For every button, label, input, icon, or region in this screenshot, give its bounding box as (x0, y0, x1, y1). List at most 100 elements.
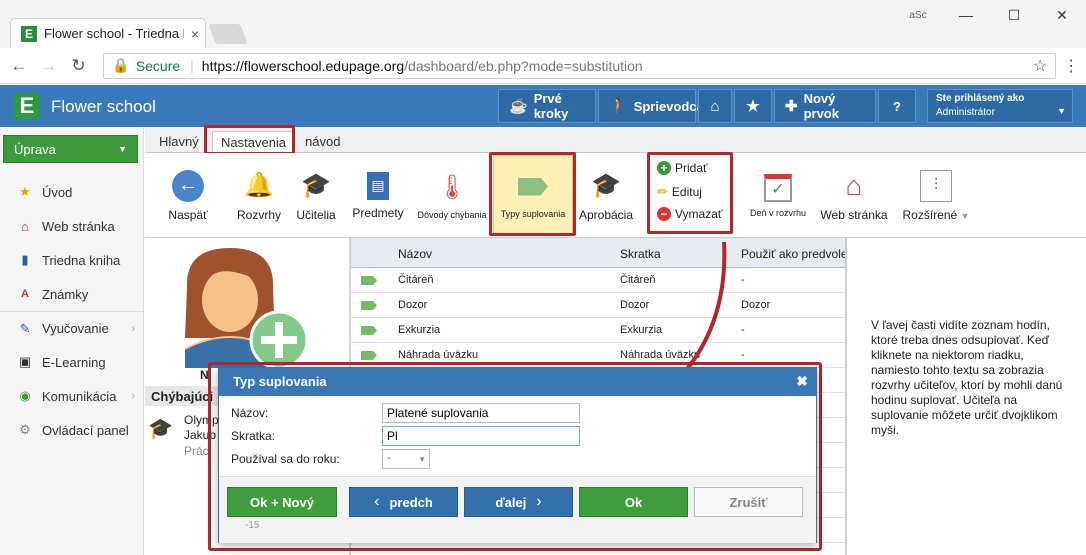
ok-button[interactable]: Ok (579, 487, 688, 517)
thermometer-icon: 🌡 (436, 174, 468, 201)
help-button[interactable]: ? (878, 89, 916, 123)
abbr-label: Skratka: (231, 429, 276, 443)
browser-tab[interactable]: E Flower school - Triedna k × (10, 18, 206, 48)
day-in-timetable-button[interactable]: ✓ Deň v rozvrhu (743, 153, 813, 238)
new-item-button[interactable]: ✚ Nový prvok (774, 89, 876, 123)
tag-icon (361, 276, 377, 285)
tag-icon (361, 326, 377, 335)
sidebar-item-web[interactable]: ⌂ Web stránka (0, 209, 143, 243)
tab-close-icon[interactable]: × (191, 26, 199, 42)
web-page-button[interactable]: ⌂ Web stránka (819, 153, 889, 238)
sidebar-item-komunikacia[interactable]: ◉ Komunikácia › (0, 379, 143, 413)
subjects-button[interactable]: ▤ Predmety (349, 153, 407, 238)
monitor-icon: ▣ (18, 354, 32, 369)
table-row[interactable]: Exkurzia Exkurzia - (351, 318, 845, 343)
house-icon: ⌂ (845, 169, 863, 201)
tab-hlavny[interactable]: Hlavný (151, 131, 207, 153)
previous-button[interactable]: ‹ predch (349, 487, 458, 517)
table-header: Názov Skratka Použiť ako predvolený (351, 238, 845, 268)
teachers-button[interactable]: 🎓 Učitelia (293, 153, 339, 238)
close-window-button[interactable]: ✕ (1038, 7, 1086, 24)
approbation-button[interactable]: 🎓 Aprobácia (577, 153, 635, 238)
app-header: E Flower school ☕ Prvé kroky 🚶 Sprievodca … (0, 85, 1086, 127)
name-label: Názov: (231, 406, 269, 420)
profile-badge-icon: aSc (909, 9, 927, 21)
book-icon: ▤ (367, 171, 389, 200)
back-button[interactable]: ← Naspäť (163, 153, 213, 238)
cancel-button[interactable]: Zrušiť (694, 487, 803, 517)
logged-in-label: Ste prihlásený ako (936, 93, 1025, 104)
user-name: Administrátor (936, 107, 995, 118)
sidebar-item-znamky[interactable]: A Známky (0, 277, 143, 311)
sidebar-item-triedna-kniha[interactable]: ▮ Triedna kniha (0, 243, 143, 277)
caret-down-icon: ▼ (118, 144, 127, 154)
tab-title: Flower school - Triedna k (44, 26, 184, 41)
sidebar-item-elearning[interactable]: ▣ E-Learning (0, 345, 143, 379)
year-label: Používal sa do roku: (231, 452, 340, 466)
advanced-button[interactable]: ⫶ Rozšírené ▼ (899, 153, 973, 238)
close-icon[interactable]: ✖ (796, 373, 808, 390)
home-icon: ⌂ (710, 97, 720, 115)
window-controls: aSc — ☐ ✕ (894, 0, 1086, 30)
sidebar-item-ovladaci-panel[interactable]: ⚙ Ovládací panel (0, 413, 143, 447)
counter-text: -15 (245, 520, 260, 531)
forward-arrow-icon[interactable]: → (34, 56, 64, 76)
new-tab-button[interactable] (208, 24, 248, 44)
sidebar: Úprava ▼ ★ Úvod ⌂ Web stránka ▮ Triedna knih… (0, 127, 144, 555)
globe-icon: ◉ (19, 388, 31, 403)
caret-down-icon: ▼ (960, 210, 970, 221)
next-button[interactable]: ďalej › (464, 487, 573, 517)
absence-reasons-button[interactable]: 🌡 Dôvody chýbania (413, 153, 491, 238)
dialog-title-bar: Typ suplovania ✖ (219, 368, 816, 396)
grade-a-icon: A (21, 288, 29, 300)
first-steps-button[interactable]: ☕ Prvé kroky (498, 89, 596, 123)
favorites-button[interactable]: ★ (734, 89, 772, 123)
url-text: https://flowerschool.edupage.org/dashboa… (201, 57, 643, 74)
book-icon: ▮ (21, 252, 29, 267)
home-button[interactable]: ⌂ (698, 89, 732, 123)
back-circle-icon: ← (172, 169, 204, 202)
dialog-title: Typ suplovania (233, 374, 327, 389)
caret-down-icon: ▼ (418, 455, 426, 464)
maximize-button[interactable]: ☐ (990, 7, 1038, 24)
secure-label: Secure (135, 57, 181, 74)
calendar-check-icon: ✓ (764, 173, 792, 202)
timetables-button[interactable]: 🔔 Rozvrhy (231, 153, 287, 238)
sidebar-item-vyucovanie[interactable]: ✎ Vyučovanie › (0, 311, 143, 345)
browser-tab-bar: E Flower school - Triedna k × aSc — ☐ ✕ (0, 0, 1086, 48)
sidebar-item-uvod[interactable]: ★ Úvod (0, 175, 143, 209)
year-select[interactable]: - ▼ (382, 449, 430, 469)
browser-menu-icon[interactable]: ⋮ (1056, 56, 1086, 76)
gear-icon: ⚙ (19, 422, 31, 437)
star-icon: ★ (19, 184, 31, 199)
bookmark-star-icon[interactable]: ☆ (1033, 56, 1047, 76)
lock-icon: 🔒 (112, 57, 130, 73)
chevron-right-icon: › (131, 390, 135, 402)
name-input[interactable] (382, 403, 580, 423)
tab-highlight (204, 125, 295, 155)
user-menu[interactable]: Ste prihlásený ako Administrátor ▼ (927, 89, 1073, 123)
chevron-right-icon: › (131, 322, 135, 335)
coffee-cup-icon: ☕ (509, 98, 528, 115)
column-header-default[interactable]: Použiť ako predvolený (741, 247, 845, 261)
bell-icon: 🔔 (244, 172, 274, 199)
abbr-input[interactable] (382, 426, 580, 446)
url-input[interactable]: 🔒 Secure | https://flowerschool.edupage.… (103, 52, 1057, 79)
edit-mode-button[interactable]: Úprava ▼ (3, 135, 138, 163)
school-name[interactable]: Flower school (51, 97, 156, 117)
minimize-button[interactable]: — (942, 7, 990, 23)
table-row[interactable]: Čitáreň Čitáreň - (351, 268, 845, 293)
edupage-favicon-icon: E (21, 25, 37, 42)
actions-highlight (647, 152, 733, 234)
guide-button[interactable]: 🚶 Sprievodca (598, 89, 704, 123)
substitution-type-dialog: Typ suplovania ✖ Názov: Skratka: Používa… (218, 367, 817, 543)
table-row[interactable]: Dozor Dozor Dozor (351, 293, 845, 318)
ok-new-button[interactable]: Ok + Nový (227, 487, 337, 517)
header-toolbar: ☕ Prvé kroky 🚶 Sprievodca ⌂ ★ ✚ Nový prvok … (498, 89, 916, 123)
column-header-name[interactable]: Názov (398, 247, 432, 261)
reload-icon[interactable]: ↻ (64, 56, 94, 76)
back-arrow-icon[interactable]: ← (4, 56, 34, 76)
tab-navod[interactable]: návod (297, 131, 348, 153)
chevron-right-icon: › (536, 493, 542, 510)
edupage-logo[interactable]: E (14, 93, 40, 119)
